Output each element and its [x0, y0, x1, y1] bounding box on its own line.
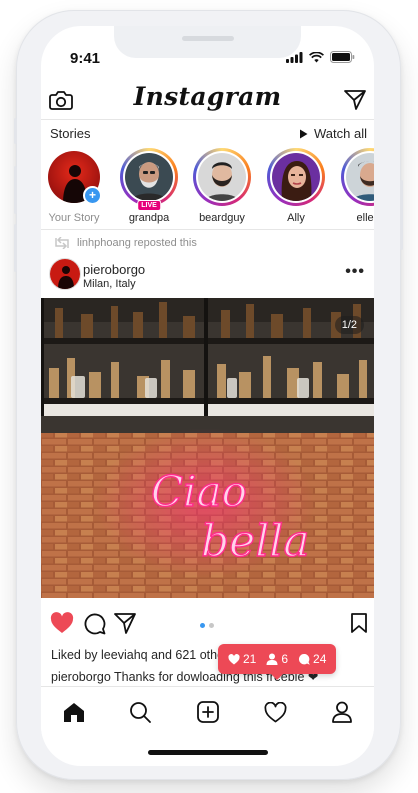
tab-profile[interactable] — [329, 699, 355, 725]
home-icon — [64, 702, 84, 722]
watch-all-label: Watch all — [314, 126, 367, 141]
more-options-icon[interactable]: ••• — [345, 263, 365, 281]
signal-icon — [286, 51, 303, 63]
story-ring — [267, 148, 325, 206]
tab-bar — [41, 686, 374, 737]
tab-home[interactable] — [61, 699, 87, 725]
story-grandpa[interactable]: LIVE grandpa — [118, 148, 180, 224]
story-label: Ally — [287, 212, 305, 224]
story-ring-gap — [270, 151, 322, 203]
notif-comments: 24 — [298, 652, 326, 666]
story-ring-gap — [344, 151, 374, 203]
story-ring: + — [45, 148, 103, 206]
tab-search[interactable] — [127, 699, 153, 725]
post-location[interactable]: Milan, Italy — [83, 278, 136, 290]
post-avatar[interactable] — [49, 258, 81, 290]
carousel-dot — [209, 623, 214, 628]
add-story-icon[interactable]: + — [83, 186, 102, 205]
story-label: beardguy — [199, 212, 245, 224]
post-header: pieroborgo Milan, Italy ••• — [49, 258, 367, 292]
bookmark-icon[interactable] — [346, 610, 372, 636]
post-image[interactable]: Ciao bella 1/2 — [41, 298, 374, 598]
repost-line: linhphoang reposted this — [53, 237, 197, 249]
story-ellera[interactable]: ellera — [339, 148, 374, 224]
search-icon — [130, 702, 151, 723]
neon-text-ciao: Ciao — [151, 467, 247, 516]
notif-likes-count: 21 — [243, 652, 257, 666]
activity-notification[interactable]: 21 6 24 — [218, 644, 337, 680]
notif-likes: 21 — [228, 652, 256, 666]
like-icon[interactable] — [49, 610, 75, 636]
story-ring-gap — [123, 151, 175, 203]
comment-icon[interactable] — [81, 610, 107, 636]
tab-new-post[interactable] — [195, 699, 221, 725]
repost-icon — [55, 237, 69, 249]
story-your-story[interactable]: + Your Story — [43, 148, 105, 224]
activity-icon — [264, 701, 286, 722]
comment-bubble-icon — [298, 653, 310, 665]
story-ring: LIVE — [120, 148, 178, 211]
add-post-icon — [197, 701, 219, 723]
live-badge: LIVE — [137, 200, 161, 211]
caption-username[interactable]: pieroborgo — [51, 670, 111, 684]
story-beardguy[interactable]: beardguy — [191, 148, 253, 224]
story-label: grandpa — [128, 212, 170, 224]
story-avatar — [346, 153, 374, 201]
neon-text-bella: bella — [201, 516, 310, 567]
share-icon[interactable] — [112, 610, 138, 636]
person-icon — [266, 653, 278, 665]
notif-comments-count: 24 — [313, 652, 327, 666]
carousel-dot — [200, 623, 205, 628]
post-photo: Ciao bella — [41, 298, 374, 598]
play-icon — [300, 129, 308, 138]
notif-follows-count: 6 — [281, 652, 289, 666]
app-logo: Instagram — [133, 82, 282, 111]
story-ring — [193, 148, 251, 206]
app-header: Instagram — [41, 80, 374, 124]
story-ally[interactable]: Ally — [265, 148, 327, 224]
post-username[interactable]: pieroborgo — [83, 262, 145, 277]
story-avatar — [125, 153, 173, 201]
battery-icon — [330, 51, 355, 63]
carousel-dots — [200, 623, 214, 628]
stories-title: Stories — [50, 126, 91, 141]
wifi-icon — [309, 51, 324, 62]
story-avatar — [198, 153, 246, 201]
header-divider — [41, 119, 374, 120]
tab-activity[interactable] — [262, 699, 288, 725]
liked-by-text[interactable]: Liked by leeviahq and 621 othe — [51, 648, 224, 662]
story-ring-gap — [196, 151, 248, 203]
phone-screen: 9:41 Instagram Stories Watch all + Your … — [41, 26, 374, 766]
profile-icon — [332, 701, 352, 723]
story-label: Your Story — [48, 212, 100, 224]
home-indicator — [148, 750, 268, 755]
volume-up-button — [14, 166, 17, 214]
notch — [114, 26, 301, 58]
direct-message-icon[interactable] — [341, 86, 369, 114]
stories-divider — [41, 229, 374, 230]
speaker — [182, 36, 234, 41]
heart-icon — [228, 653, 240, 664]
story-avatar — [272, 153, 320, 201]
volume-down-button — [14, 224, 17, 272]
repost-text: linhphoang reposted this — [77, 237, 197, 249]
power-button — [400, 180, 403, 250]
status-time: 9:41 — [70, 50, 101, 67]
status-icons — [286, 51, 355, 63]
notif-tail — [271, 674, 284, 680]
mute-switch — [14, 118, 17, 144]
story-label: ellera — [356, 212, 374, 224]
watch-all-button[interactable]: Watch all — [299, 126, 367, 141]
story-ring — [341, 148, 374, 206]
page-indicator: 1/2 — [334, 316, 364, 334]
notif-follows: 6 — [266, 652, 288, 666]
